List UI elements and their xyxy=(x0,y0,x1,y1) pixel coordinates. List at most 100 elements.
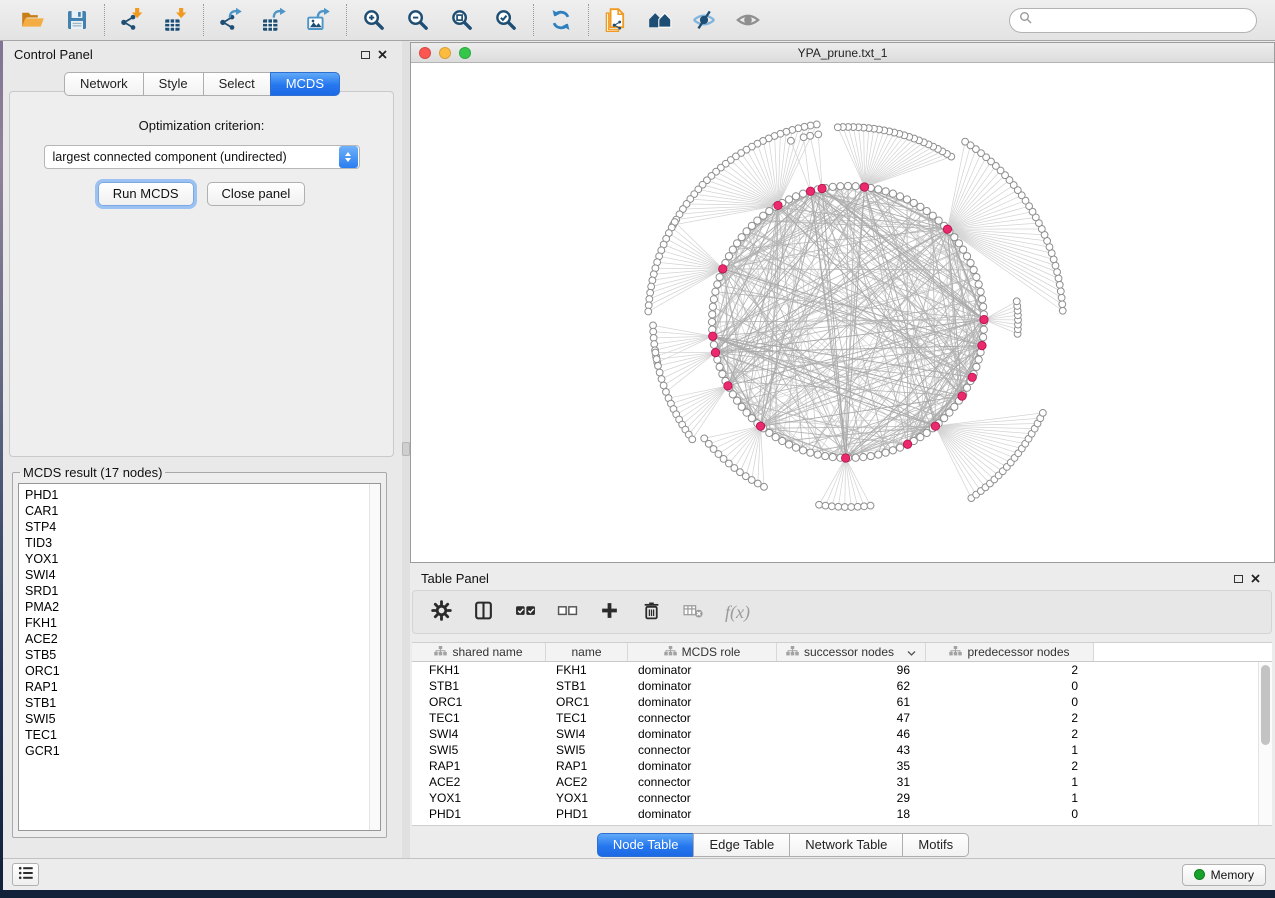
network-leaf-node[interactable] xyxy=(646,296,653,303)
table-row[interactable]: ORC1ORC1dominator610 xyxy=(412,694,1258,710)
tab-network-table[interactable]: Network Table xyxy=(789,833,903,857)
close-panel-button[interactable]: Close panel xyxy=(207,182,306,206)
mcds-result-item[interactable]: ACE2 xyxy=(25,631,374,647)
network-leaf-node[interactable] xyxy=(663,388,670,395)
network-node[interactable] xyxy=(785,196,792,203)
column-visibility-button[interactable] xyxy=(473,600,494,624)
table-row[interactable]: FKH1FKH1dominator962 xyxy=(412,662,1258,678)
table-row[interactable]: SWI4SWI4dominator462 xyxy=(412,726,1258,742)
network-node[interactable] xyxy=(829,183,836,190)
network-node[interactable] xyxy=(917,203,924,210)
network-hub-node[interactable] xyxy=(860,183,868,191)
network-node[interactable] xyxy=(963,384,970,391)
network-leaf-node[interactable] xyxy=(841,504,848,511)
network-node[interactable] xyxy=(896,193,903,200)
table-panel-close-button[interactable] xyxy=(1247,569,1264,588)
control-panel-close-button[interactable] xyxy=(374,45,391,64)
network-node[interactable] xyxy=(955,240,962,247)
mcds-result-item[interactable]: SWI4 xyxy=(25,567,374,583)
mcds-result-item[interactable]: STB1 xyxy=(25,695,374,711)
network-node[interactable] xyxy=(710,341,717,348)
mcds-result-item[interactable]: FKH1 xyxy=(25,615,374,631)
network-hub-node[interactable] xyxy=(711,348,719,356)
network-leaf-node[interactable] xyxy=(1054,269,1061,276)
mcds-result-item[interactable]: PHD1 xyxy=(25,487,374,503)
network-node[interactable] xyxy=(980,326,987,333)
network-node[interactable] xyxy=(923,207,930,214)
network-node[interactable] xyxy=(860,454,867,461)
network-node[interactable] xyxy=(852,454,859,461)
network-node[interactable] xyxy=(975,356,982,363)
network-node[interactable] xyxy=(973,273,980,280)
network-leaf-node[interactable] xyxy=(807,122,814,129)
network-node[interactable] xyxy=(733,397,740,404)
network-node[interactable] xyxy=(719,370,726,377)
table-settings-button[interactable] xyxy=(431,600,452,624)
network-leaf-node[interactable] xyxy=(645,308,652,315)
network-node[interactable] xyxy=(716,273,723,280)
select-all-rows-button[interactable] xyxy=(515,600,536,624)
run-mcds-button[interactable]: Run MCDS xyxy=(98,182,194,206)
network-node[interactable] xyxy=(882,188,889,195)
mcds-result-item[interactable]: STP4 xyxy=(25,519,374,535)
import-network-button[interactable] xyxy=(118,7,146,33)
refresh-layout-button[interactable] xyxy=(547,7,575,33)
network-leaf-node[interactable] xyxy=(1059,307,1066,314)
network-node[interactable] xyxy=(963,253,970,260)
network-leaf-node[interactable] xyxy=(1056,281,1063,288)
network-window-titlebar[interactable]: YPA_prune.txt_1 xyxy=(411,43,1274,63)
network-node[interactable] xyxy=(785,441,792,448)
table-row[interactable]: ACE2ACE2connector311 xyxy=(412,774,1258,790)
network-hub-node[interactable] xyxy=(968,373,976,381)
zoom-out-button[interactable] xyxy=(404,7,432,33)
network-node[interactable] xyxy=(712,288,719,295)
network-node[interactable] xyxy=(923,429,930,436)
network-leaf-node[interactable] xyxy=(828,503,835,510)
table-row[interactable]: YOX1YOX1connector291 xyxy=(412,790,1258,806)
save-session-button[interactable] xyxy=(63,7,91,33)
column-header-shared-name[interactable]: shared name xyxy=(412,643,546,661)
network-node[interactable] xyxy=(867,452,874,459)
tab-motifs[interactable]: Motifs xyxy=(902,833,969,857)
network-leaf-node[interactable] xyxy=(647,289,654,296)
column-header-name[interactable]: name xyxy=(546,643,628,661)
network-node[interactable] xyxy=(980,334,987,341)
network-leaf-node[interactable] xyxy=(816,501,823,508)
network-leaf-node[interactable] xyxy=(660,382,667,389)
tab-style[interactable]: Style xyxy=(143,72,204,96)
network-node[interactable] xyxy=(852,183,859,190)
network-leaf-node[interactable] xyxy=(787,137,794,144)
network-leaf-node[interactable] xyxy=(1055,275,1062,282)
network-hub-node[interactable] xyxy=(931,422,939,430)
group-nodes-button[interactable] xyxy=(646,7,674,33)
hide-graphics-details-button[interactable] xyxy=(690,7,718,33)
network-node[interactable] xyxy=(733,240,740,247)
table-panel-float-button[interactable] xyxy=(1230,573,1247,585)
network-node[interactable] xyxy=(738,234,745,241)
network-leaf-node[interactable] xyxy=(861,503,868,510)
deselect-all-rows-button[interactable] xyxy=(557,600,578,624)
network-hub-node[interactable] xyxy=(709,332,717,340)
network-node[interactable] xyxy=(882,449,889,456)
mcds-result-item[interactable]: TEC1 xyxy=(25,727,374,743)
network-leaf-node[interactable] xyxy=(1052,262,1059,269)
mcds-result-item[interactable]: ORC1 xyxy=(25,663,374,679)
network-node[interactable] xyxy=(766,429,773,436)
network-view[interactable] xyxy=(411,63,1274,562)
network-node[interactable] xyxy=(978,296,985,303)
network-leaf-node[interactable] xyxy=(1057,288,1064,295)
tab-node-table[interactable]: Node Table xyxy=(597,833,695,857)
column-header-predecessor-nodes[interactable]: predecessor nodes xyxy=(926,643,1094,661)
mcds-result-item[interactable]: TID3 xyxy=(25,535,374,551)
network-leaf-node[interactable] xyxy=(962,138,969,145)
network-node[interactable] xyxy=(710,296,717,303)
mcds-result-item[interactable]: GCR1 xyxy=(25,743,374,759)
network-node[interactable] xyxy=(917,434,924,441)
network-leaf-node[interactable] xyxy=(689,436,696,443)
table-row[interactable]: SWI5SWI5connector431 xyxy=(412,742,1258,758)
column-header-MCDS-role[interactable]: MCDS role xyxy=(628,643,777,661)
network-leaf-node[interactable] xyxy=(807,132,814,139)
network-node[interactable] xyxy=(977,288,984,295)
network-leaf-node[interactable] xyxy=(1059,301,1066,308)
network-node[interactable] xyxy=(729,246,736,253)
